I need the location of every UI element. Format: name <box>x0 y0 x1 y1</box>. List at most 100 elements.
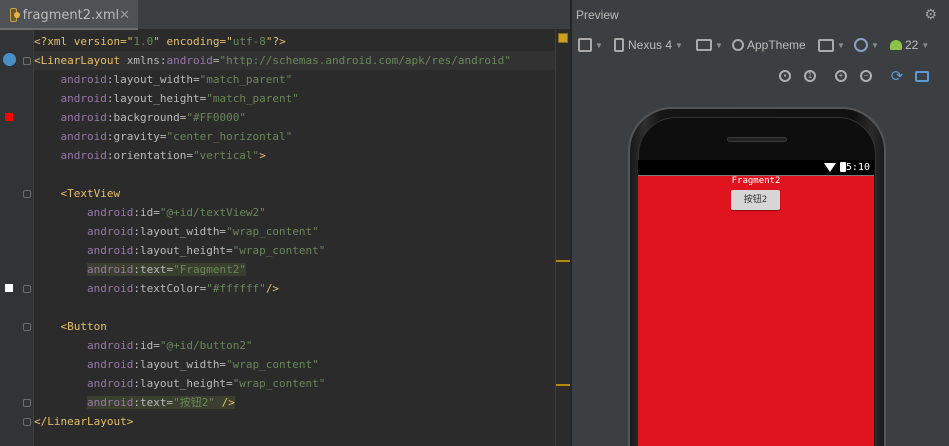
api-level: 22 <box>905 38 919 52</box>
warning-status-icon[interactable] <box>558 33 568 43</box>
fold-marker-icon[interactable] <box>23 399 31 407</box>
device-screen[interactable]: 5:10 Fragment2 按钮2 <box>638 160 874 446</box>
code-token: :text= <box>133 263 174 276</box>
theme-selector[interactable]: AppTheme <box>732 35 806 55</box>
code-token: :layout_height= <box>133 377 233 390</box>
activity-selector[interactable]: ▼ <box>818 35 845 55</box>
theme-icon <box>732 39 744 51</box>
code-token: :textColor= <box>133 282 207 295</box>
api-level-selector[interactable]: 22 ▼ <box>890 35 929 55</box>
fold-marker-icon[interactable] <box>23 323 31 331</box>
textview-preview[interactable]: Fragment2 <box>638 176 874 186</box>
linear-layout-preview[interactable]: Fragment2 按钮2 <box>638 175 874 446</box>
code-token: android <box>86 244 134 257</box>
code-token: :id= <box>133 339 160 352</box>
orientation-button[interactable]: ▼ <box>696 35 723 55</box>
code-line[interactable]: android:id="@+id/textView2" <box>34 203 555 222</box>
code-line[interactable]: android:background="#FF0000" <box>34 108 555 127</box>
code-line[interactable]: android:layout_width="wrap_content" <box>34 355 555 374</box>
code-line[interactable] <box>34 165 555 184</box>
code-line[interactable]: android:id="@+id/button2" <box>34 336 555 355</box>
code-token: android <box>60 130 107 143</box>
code-token: "Fragment2" <box>173 263 246 276</box>
design-mode-button[interactable]: ▼ <box>578 35 603 55</box>
code-token: <?xml version=" <box>34 35 134 48</box>
code-line[interactable]: <TextView <box>34 184 555 203</box>
code-line[interactable] <box>34 298 555 317</box>
editor-tab-bar: fragment2.xml ✕ <box>0 0 570 30</box>
editor-error-stripe[interactable] <box>555 30 570 446</box>
fold-marker-icon[interactable] <box>23 57 31 65</box>
code-token: :layout_width= <box>106 73 200 86</box>
device-selector[interactable]: Nexus 4 ▼ <box>614 35 683 55</box>
code-line[interactable]: android:textColor="#ffffff"/> <box>34 279 555 298</box>
android-icon <box>890 40 902 50</box>
code-line[interactable]: android:layout_height="wrap_content" <box>34 241 555 260</box>
code-line[interactable]: android:orientation="vertical"> <box>34 146 555 165</box>
fold-marker-icon[interactable] <box>23 418 31 426</box>
code-line[interactable]: <?xml version="1.0" encoding="utf-8"?> <box>34 32 555 51</box>
code-token: <Button <box>60 320 107 333</box>
locale-selector[interactable]: ▼ <box>854 35 879 55</box>
button-preview[interactable]: 按钮2 <box>731 190 780 210</box>
code-token: "wrap_content" <box>226 358 319 371</box>
code-line[interactable]: android:layout_width="wrap_content" <box>34 222 555 241</box>
device-name: Nexus 4 <box>628 38 673 52</box>
code-line[interactable]: <LinearLayout xmlns:android="http://sche… <box>34 51 555 70</box>
code-token: android <box>60 149 107 162</box>
phone-icon <box>614 38 624 52</box>
code-line[interactable]: android:text="Fragment2" <box>34 260 555 279</box>
status-time: 5:10 <box>845 162 870 173</box>
speaker-grille <box>727 137 787 142</box>
code-token: </LinearLayout> <box>34 415 134 428</box>
tab-fragment2-xml[interactable]: fragment2.xml ✕ <box>0 0 138 30</box>
code-token: "wrap_content" <box>232 244 326 257</box>
code-line[interactable]: android:layout_height="wrap_content" <box>34 374 555 393</box>
code-token: android <box>86 358 134 371</box>
zoom-actual-icon[interactable]: 1 <box>801 67 819 85</box>
tab-label: fragment2.xml <box>22 7 120 23</box>
code-token: "match_parent" <box>199 73 293 86</box>
refresh-icon[interactable]: ⟳ <box>888 67 906 85</box>
code-token: "http://schemas.android.com/apk/res/andr… <box>219 54 511 67</box>
fold-marker-icon[interactable] <box>23 190 31 198</box>
code-token: :layout_height= <box>133 244 233 257</box>
code-area[interactable]: <?xml version="1.0" encoding="utf-8"?> <L… <box>0 30 555 446</box>
gear-icon[interactable]: ⚙ <box>924 6 937 23</box>
code-line[interactable]: android:gravity="center_horizontal" <box>34 127 555 146</box>
screenshot-camera-icon[interactable] <box>913 67 931 85</box>
zoom-to-fit-icon[interactable]: ▪ <box>776 67 794 85</box>
activity-icon <box>818 38 834 52</box>
code-token: :layout_width= <box>133 225 227 238</box>
fold-marker-icon[interactable] <box>23 285 31 293</box>
code-token: android <box>86 339 134 352</box>
error-stripe-mark[interactable] <box>556 260 570 262</box>
code-token: :orientation= <box>106 149 193 162</box>
code-line[interactable]: android:text="按钮2" /> <box>34 393 555 412</box>
zoom-out-icon[interactable]: − <box>857 67 875 85</box>
code-line[interactable]: android:layout_width="match_parent" <box>34 70 555 89</box>
close-icon[interactable]: ✕ <box>119 8 130 23</box>
error-stripe-mark[interactable] <box>556 384 570 386</box>
code-line[interactable]: </LinearLayout> <box>34 412 555 431</box>
code-line[interactable]: android:layout_height="match_parent" <box>34 89 555 108</box>
code-token: :text= <box>133 396 174 409</box>
zoom-in-icon[interactable]: + <box>832 67 850 85</box>
code-token: :id= <box>133 206 160 219</box>
code-token: "wrap_content" <box>226 225 319 238</box>
code-editor[interactable]: fragment2.xml ✕ <?xml version="1.0" enco… <box>0 0 570 446</box>
code-line[interactable]: <Button <box>34 317 555 336</box>
code-token: "vertical" <box>192 149 260 162</box>
code-token: "按钮2" <box>173 396 215 409</box>
